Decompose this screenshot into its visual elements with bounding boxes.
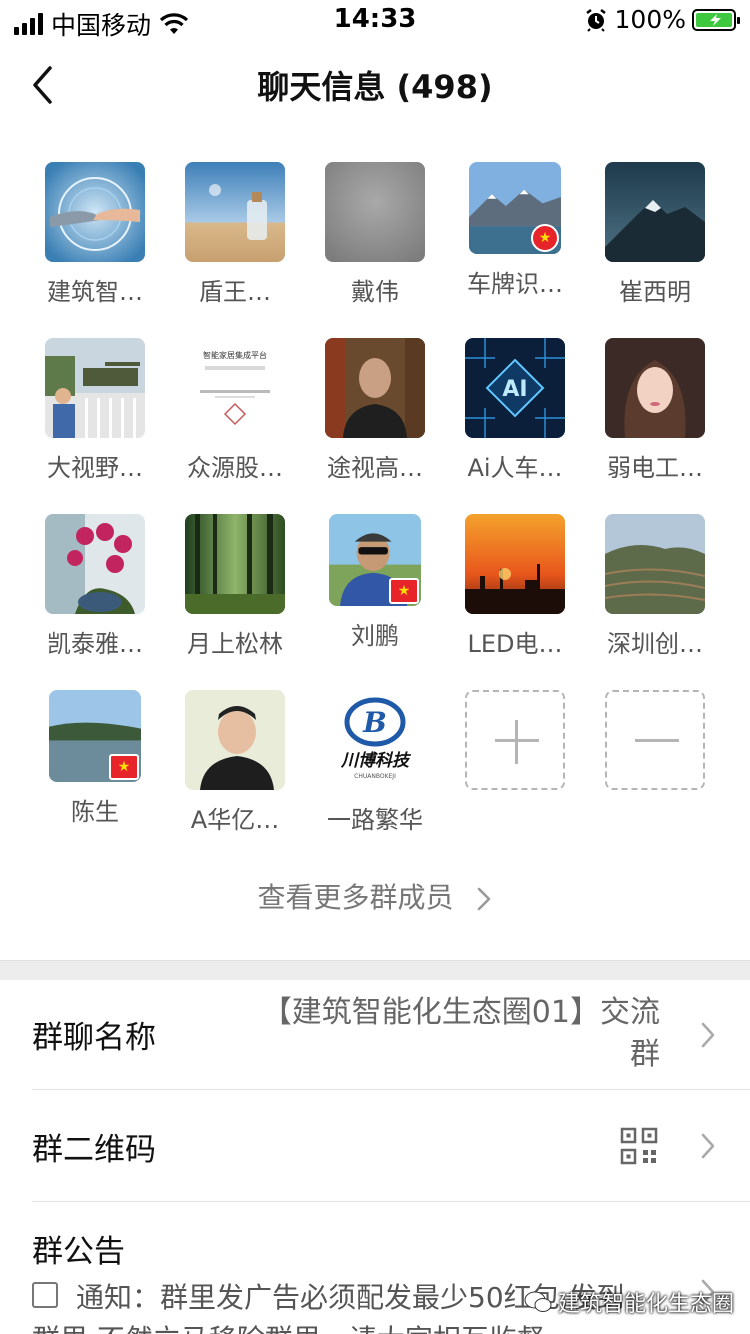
member-item[interactable]: 凯泰雅… bbox=[35, 514, 155, 659]
section-divider bbox=[0, 960, 750, 980]
member-name: 弱电工… bbox=[607, 454, 703, 482]
watermark-text: 建筑智能化生态圈 bbox=[557, 1292, 734, 1317]
member-item[interactable]: ★ 陈生 bbox=[35, 690, 155, 827]
add-member-button[interactable] bbox=[455, 690, 575, 790]
member-item[interactable]: A华亿… bbox=[175, 690, 295, 835]
member-name: Ai人车… bbox=[467, 454, 563, 482]
member-name: 崔西明 bbox=[619, 278, 691, 306]
battery-percent: 100% bbox=[614, 5, 686, 34]
member-name: 途视高… bbox=[327, 454, 423, 482]
plus-icon bbox=[465, 690, 565, 790]
mountain-lake-avatar: ★ bbox=[469, 162, 561, 254]
watermark: 建筑智能化生态圈 bbox=[524, 1286, 734, 1318]
view-more-members-label: 查看更多群成员 bbox=[257, 881, 454, 914]
flag-icon: ★ bbox=[531, 224, 559, 252]
member-name: 建筑智… bbox=[47, 278, 143, 306]
man-sunglasses-avatar: ★ bbox=[329, 514, 421, 606]
member-item[interactable]: 盾王… bbox=[175, 162, 295, 307]
member-item[interactable]: 途视高… bbox=[315, 338, 435, 483]
member-item[interactable]: ★ 车牌识… bbox=[455, 162, 575, 299]
woman-portrait-avatar bbox=[605, 338, 705, 438]
chevron-right-icon bbox=[478, 887, 491, 911]
young-man-avatar bbox=[185, 690, 285, 790]
member-item[interactable]: B 川博科技 CHUANBOKEJI 一路繁华 bbox=[315, 690, 435, 835]
svg-text:B: B bbox=[362, 706, 387, 739]
member-name: 戴伟 bbox=[351, 278, 399, 306]
group-name-label: 群聊名称 bbox=[32, 1020, 156, 1056]
member-name: 月上松林 bbox=[187, 630, 283, 658]
man-portrait-avatar bbox=[325, 338, 425, 438]
battery-icon bbox=[692, 8, 740, 31]
member-item[interactable]: 月上松林 bbox=[175, 514, 295, 659]
flag-icon: ★ bbox=[389, 578, 419, 604]
bottle-beach-avatar bbox=[185, 162, 285, 262]
member-name: 盾王… bbox=[199, 278, 271, 306]
status-right: 100% bbox=[585, 5, 740, 34]
member-name: 大视野… bbox=[47, 454, 143, 482]
group-name-value: 【建筑智能化生态圈01】交流 群 bbox=[262, 992, 660, 1076]
view-more-members-link[interactable]: 查看更多群成员 bbox=[0, 876, 750, 916]
robot-handshake-avatar bbox=[45, 162, 145, 262]
chuanbo-logo-text: 川博科技 bbox=[340, 751, 412, 771]
member-item[interactable]: 深圳创… bbox=[595, 514, 715, 659]
chat-info-page: 中国移动 14:33 100% 聊天信息 (498) 建筑智… 盾王… 戴伟 ★… bbox=[0, 0, 750, 1334]
remove-member-button[interactable] bbox=[595, 690, 715, 790]
snow-mountain-avatar bbox=[605, 162, 705, 262]
group-name-line1: 【建筑智能化生态圈01】交流 bbox=[261, 995, 660, 1030]
member-item[interactable]: ★ 刘鹏 bbox=[315, 514, 435, 651]
wechat-icon bbox=[524, 1291, 552, 1312]
member-item[interactable]: 建筑智… bbox=[35, 162, 155, 307]
member-name: 刘鹏 bbox=[351, 622, 399, 650]
member-item[interactable]: 崔西明 bbox=[595, 162, 715, 307]
group-name-row[interactable]: 群聊名称 【建筑智能化生态圈01】交流 群 bbox=[0, 980, 750, 1090]
member-name: A华亿… bbox=[190, 806, 280, 834]
alarm-icon bbox=[585, 8, 606, 32]
gray-avatar bbox=[325, 162, 425, 262]
member-item[interactable]: LED电… bbox=[455, 514, 575, 659]
nav-bar: 聊天信息 (498) bbox=[0, 42, 750, 128]
chuanbo-logo-subtext: CHUANBOKEJI bbox=[354, 773, 396, 780]
member-item[interactable]: 弱电工… bbox=[595, 338, 715, 483]
chevron-right-icon bbox=[701, 1022, 715, 1048]
member-item[interactable]: 大视野… bbox=[35, 338, 155, 483]
svg-text:AI: AI bbox=[502, 377, 527, 402]
orchid-avatar bbox=[45, 514, 145, 614]
chevron-right-icon bbox=[701, 1133, 715, 1159]
qr-code-icon bbox=[620, 1127, 658, 1165]
member-name: 深圳创… bbox=[607, 630, 703, 658]
group-name-line2: 群 bbox=[630, 1037, 660, 1072]
group-qr-row[interactable]: 群二维码 bbox=[0, 1090, 750, 1202]
group-qr-label: 群二维码 bbox=[32, 1132, 156, 1168]
company-card-text: 智能家居集成平台 bbox=[203, 350, 267, 360]
sunset-city-avatar bbox=[465, 514, 565, 614]
tank-man-avatar bbox=[45, 338, 145, 438]
member-name: 一路繁华 bbox=[327, 806, 423, 834]
lake-avatar: ★ bbox=[49, 690, 141, 782]
group-announcement-label: 群公告 bbox=[32, 1234, 125, 1270]
forest-avatar bbox=[185, 514, 285, 614]
member-name: 凯泰雅… bbox=[47, 630, 143, 658]
flag-icon: ★ bbox=[109, 754, 139, 780]
terraced-field-avatar bbox=[605, 514, 705, 614]
checkbox-icon bbox=[32, 1282, 58, 1308]
ai-chip-avatar: AI bbox=[465, 338, 565, 438]
member-item[interactable]: 戴伟 bbox=[315, 162, 435, 307]
chuanbo-logo-avatar: B 川博科技 CHUANBOKEJI bbox=[325, 690, 425, 790]
page-title: 聊天信息 (498) bbox=[257, 68, 493, 106]
member-name: LED电… bbox=[467, 630, 563, 658]
member-name: 陈生 bbox=[71, 798, 119, 826]
member-name: 车牌识… bbox=[467, 270, 563, 298]
announcement-line2: 群里,不然立马移除群里，请大家相互监督 bbox=[32, 1318, 545, 1334]
company-card-avatar: 智能家居集成平台 bbox=[185, 338, 285, 438]
minus-icon bbox=[605, 690, 705, 790]
member-item[interactable]: 智能家居集成平台 众源股… bbox=[175, 338, 295, 483]
member-name: 众源股… bbox=[187, 454, 283, 482]
member-item[interactable]: AI Ai人车… bbox=[455, 338, 575, 483]
status-bar: 中国移动 14:33 100% bbox=[0, 0, 750, 42]
